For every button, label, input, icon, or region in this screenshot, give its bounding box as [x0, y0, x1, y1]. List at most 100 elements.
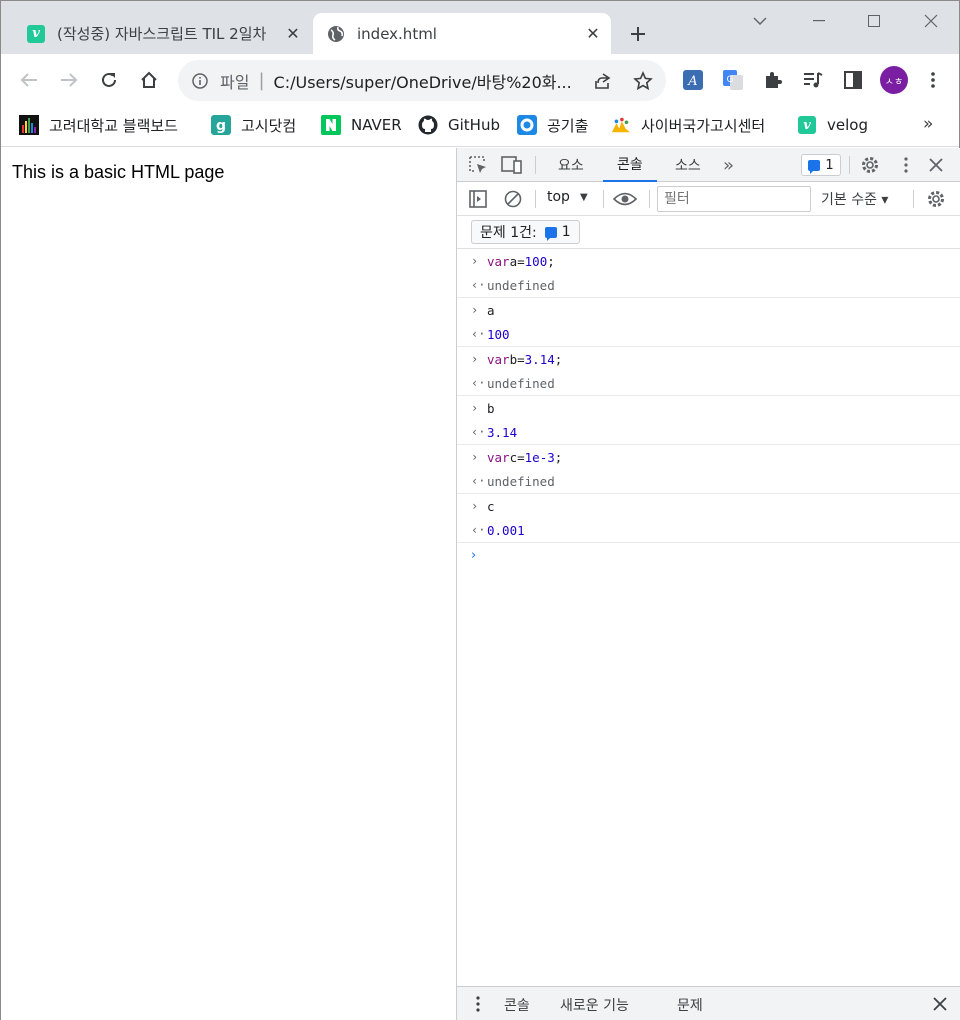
- address-bar[interactable]: 파일 | C:/Users/super/OneDrive/바탕%20화...: [178, 60, 666, 101]
- drawer-tab-console[interactable]: 콘솔: [504, 995, 530, 1015]
- bookmark-gosi[interactable]: g 고시닷컴: [211, 114, 296, 136]
- tab-strip: v (작성중) 자바스크립트 TIL 2일차 ✕ index.html ✕: [1, 1, 959, 54]
- divider: [849, 156, 850, 174]
- naver-icon: [321, 115, 341, 135]
- close-window-button[interactable]: [907, 7, 955, 35]
- translate-extension-icon[interactable]: A: [677, 64, 709, 96]
- chevron-right-icon: ›: [471, 499, 479, 513]
- extensions-puzzle-icon[interactable]: [757, 64, 789, 96]
- divider: [535, 190, 536, 208]
- console-entry: › var a= 100; ‹· undefined: [457, 249, 960, 298]
- console-input-line[interactable]: › var a= 100;: [457, 249, 960, 273]
- svg-text:G: G: [727, 75, 734, 85]
- forward-button[interactable]: [53, 64, 85, 96]
- chevron-right-icon: ›: [471, 254, 479, 268]
- tab-velog[interactable]: v (작성중) 자바스크립트 TIL 2일차 ✕: [15, 13, 311, 54]
- browser-menu-icon[interactable]: [917, 64, 949, 96]
- chevron-right-icon: ›: [471, 450, 479, 464]
- bookmarks-bar: 고려대학교 블랙보드 g 고시닷컴 NAVER GitHub 공기출 사이버국가…: [1, 106, 959, 147]
- bookmark-blackboard[interactable]: 고려대학교 블랙보드: [19, 114, 178, 136]
- issues-bar: 문제 1건: 1: [457, 216, 960, 249]
- filter-input[interactable]: [657, 186, 811, 212]
- bookmark-star-icon[interactable]: [630, 68, 656, 94]
- drawer-tab-issues[interactable]: 문제: [677, 995, 703, 1015]
- devtools-menu-icon[interactable]: [894, 153, 918, 177]
- media-control-icon[interactable]: [797, 64, 829, 96]
- share-icon[interactable]: [590, 68, 616, 94]
- bookmark-naver[interactable]: NAVER: [321, 114, 402, 136]
- blackboard-icon: [19, 115, 39, 135]
- bookmark-github[interactable]: GitHub: [418, 114, 500, 136]
- bookmark-label: NAVER: [351, 116, 402, 134]
- console-settings-gear-icon[interactable]: [924, 187, 948, 211]
- more-tabs-button[interactable]: »: [723, 148, 734, 182]
- return-arrow-icon: ‹·: [471, 425, 486, 439]
- home-button[interactable]: [133, 64, 165, 96]
- divider: [535, 156, 536, 174]
- tab-elements[interactable]: 요소: [558, 148, 584, 182]
- bookmark-label: 고려대학교 블랙보드: [49, 116, 178, 135]
- bookmark-label: 고시닷컴: [241, 116, 297, 135]
- reload-button[interactable]: [93, 64, 125, 96]
- console-input-line[interactable]: › a: [457, 298, 960, 322]
- drawer-menu-icon[interactable]: [466, 992, 490, 1016]
- chevron-down-icon: ▼: [579, 191, 588, 203]
- issues-counter-button[interactable]: 1: [801, 154, 841, 176]
- new-tab-button[interactable]: [625, 21, 651, 47]
- tab-index-html[interactable]: index.html ✕: [313, 13, 611, 54]
- tab-search-icon[interactable]: [736, 7, 784, 35]
- console-entry: › a ‹· 100: [457, 298, 960, 347]
- chevron-right-icon: ›: [471, 303, 479, 317]
- tab-title: index.html: [357, 24, 437, 43]
- settings-gear-icon[interactable]: [858, 153, 882, 177]
- side-panel-icon[interactable]: [837, 64, 869, 96]
- tab-title: (작성중) 자바스크립트 TIL 2일차: [57, 25, 267, 43]
- close-devtools-icon[interactable]: [924, 153, 948, 177]
- bookmark-label: 공기출: [547, 116, 589, 135]
- url-text[interactable]: C:/Users/super/OneDrive/바탕%20화...: [274, 69, 574, 93]
- velog-icon: v: [27, 24, 45, 43]
- issues-button[interactable]: 문제 1건: 1: [471, 220, 580, 244]
- return-arrow-icon: ‹·: [471, 474, 486, 488]
- device-toolbar-icon[interactable]: [500, 153, 524, 177]
- bookmark-gonggichul[interactable]: 공기출: [517, 114, 588, 136]
- console-result-line: ‹· undefined: [471, 277, 555, 293]
- bookmarks-overflow-button[interactable]: »: [923, 114, 933, 134]
- info-icon[interactable]: [190, 72, 210, 89]
- google-translate-icon[interactable]: G: [717, 64, 749, 96]
- live-expression-eye-icon[interactable]: [613, 187, 637, 211]
- back-button[interactable]: [13, 64, 45, 96]
- close-tab-icon[interactable]: ✕: [581, 22, 605, 46]
- console-entry: › b ‹· 3.14: [457, 396, 960, 445]
- clear-console-icon[interactable]: [501, 187, 525, 211]
- console-entry: › c ‹· 0.001: [457, 494, 960, 543]
- bookmark-velog[interactable]: v velog: [797, 114, 868, 136]
- context-selector[interactable]: top ▼: [547, 189, 588, 205]
- gosi-icon: g: [211, 115, 231, 135]
- close-tab-icon[interactable]: ✕: [281, 22, 305, 46]
- tab-console[interactable]: 콘솔: [603, 148, 657, 182]
- return-arrow-icon: ‹·: [471, 523, 486, 537]
- message-icon: [808, 159, 821, 174]
- console-input-line[interactable]: › c: [457, 494, 960, 518]
- bookmark-label: velog: [827, 116, 868, 134]
- console-result-line: ‹· undefined: [471, 375, 555, 391]
- devtools-tab-bar: 요소 콘솔 소스 » 1: [457, 148, 960, 182]
- console-prompt[interactable]: ›: [457, 543, 960, 567]
- tab-sources[interactable]: 소스: [675, 148, 701, 182]
- maximize-button[interactable]: [850, 7, 898, 35]
- return-arrow-icon: ‹·: [471, 278, 486, 292]
- console-input-line[interactable]: › var c= 1e-3;: [457, 445, 960, 469]
- bookmark-cyber-gosi[interactable]: 사이버국가고시센터: [611, 114, 765, 136]
- drawer-tab-whats-new[interactable]: 새로운 기능: [560, 995, 629, 1015]
- minimize-button[interactable]: [795, 7, 843, 35]
- console-input-line[interactable]: › var b= 3.14;: [457, 347, 960, 371]
- inspect-element-icon[interactable]: [466, 153, 490, 177]
- console-input-line[interactable]: › b: [457, 396, 960, 420]
- close-drawer-icon[interactable]: [928, 992, 952, 1016]
- sidebar-toggle-icon[interactable]: [466, 187, 490, 211]
- divider: [649, 190, 650, 208]
- return-arrow-icon: ‹·: [471, 376, 486, 390]
- log-levels-dropdown[interactable]: 기본 수준 ▾: [821, 189, 888, 209]
- profile-avatar[interactable]: ㅅㅎ: [878, 64, 910, 96]
